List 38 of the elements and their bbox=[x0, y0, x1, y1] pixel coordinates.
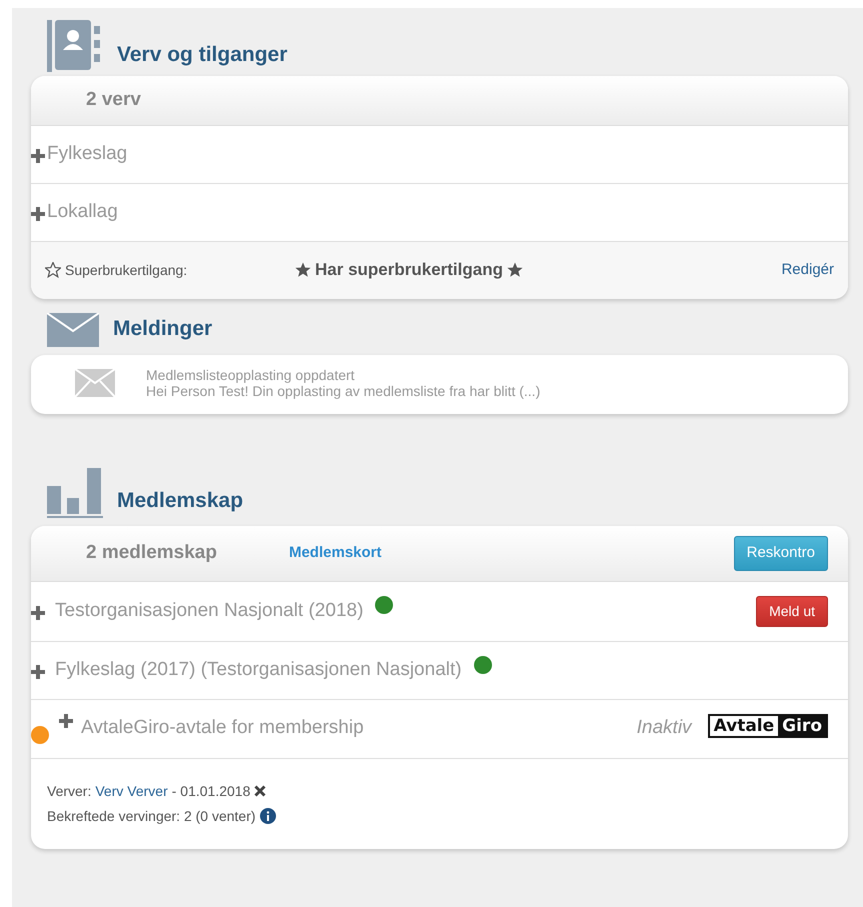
message-preview[interactable]: Hei Person Test! Din opplasting av medlemsliste fra har blitt (...) bbox=[146, 383, 540, 400]
plus-icon[interactable] bbox=[59, 714, 73, 728]
membership-count: 2 medlemskap bbox=[86, 541, 217, 566]
section-title: Medlemskap bbox=[117, 488, 244, 514]
section-title: Verv og tilganger bbox=[117, 42, 288, 68]
envelope-icon bbox=[47, 312, 99, 346]
role-item[interactable]: Lokallag bbox=[47, 198, 118, 226]
recruiter-label: Verver: bbox=[47, 782, 92, 801]
section-title: Meldinger bbox=[113, 316, 212, 342]
envelope-icon bbox=[75, 369, 115, 398]
message-subject[interactable]: Medlemslisteopplasting oppdatert bbox=[146, 366, 540, 384]
star-outline-icon bbox=[45, 262, 61, 278]
star-icon bbox=[295, 262, 311, 278]
superuser-label: Superbrukertilgang: bbox=[65, 260, 188, 280]
avtalegiro-logo: Avtale Giro bbox=[708, 714, 828, 738]
confirmed-recruits: Bekreftede vervinger: 2 (0 venter) bbox=[47, 806, 256, 826]
info-icon[interactable] bbox=[260, 808, 276, 824]
superuser-status: Har superbrukertilgang bbox=[315, 259, 503, 282]
recruit-date: - 01.01.2018 bbox=[172, 782, 250, 801]
plus-icon[interactable] bbox=[31, 665, 45, 680]
edit-link[interactable]: Redigér bbox=[781, 258, 834, 282]
membership-item[interactable]: Testorganisasjonen Nasjonalt (2018) bbox=[55, 596, 364, 626]
membership-item[interactable]: AvtaleGiro-avtale for membership bbox=[81, 714, 364, 742]
membership-item[interactable]: Fylkeslag (2017) (Testorganisasjonen Nasjonalt) bbox=[55, 656, 462, 684]
plus-icon[interactable] bbox=[31, 149, 45, 163]
recruiter-link[interactable]: Verv Verver bbox=[95, 778, 168, 804]
ledger-button[interactable]: Reskontro bbox=[734, 536, 828, 571]
close-icon[interactable] bbox=[254, 785, 266, 798]
plus-icon[interactable] bbox=[31, 606, 45, 620]
contact-book-icon bbox=[47, 20, 103, 72]
status-text: Inaktiv bbox=[636, 716, 692, 740]
leave-button[interactable]: Meld ut bbox=[756, 596, 828, 627]
membership-card-link[interactable]: Medlemskort bbox=[288, 542, 382, 565]
bar-chart-icon bbox=[47, 468, 103, 518]
role-item[interactable]: Fylkeslag bbox=[47, 140, 128, 168]
plus-icon[interactable] bbox=[31, 207, 45, 221]
role-count: 2 verv bbox=[86, 88, 141, 112]
star-icon bbox=[507, 262, 523, 278]
